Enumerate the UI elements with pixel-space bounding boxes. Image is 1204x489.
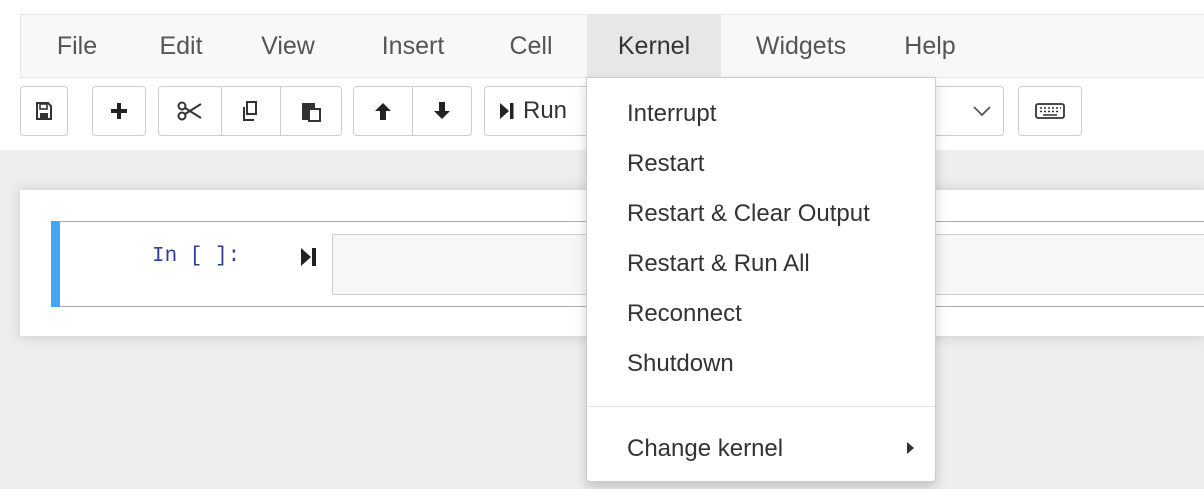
plus-icon [111,103,127,119]
command-palette-button[interactable] [1018,86,1082,136]
menu-help[interactable]: Help [893,15,967,77]
cut-button[interactable] [158,86,222,136]
arrow-up-icon [375,103,391,120]
copy-button[interactable] [221,86,281,136]
step-forward-icon [500,103,514,119]
menu-kernel[interactable]: Kernel [587,15,721,77]
menu-divider [587,406,935,407]
menu-item-restart[interactable]: Restart [627,150,704,178]
menubar: File Edit View Insert Cell Kernel Widget… [20,14,1204,78]
menu-item-interrupt[interactable]: Interrupt [627,100,716,128]
menu-cell[interactable]: Cell [493,15,569,77]
menu-insert[interactable]: Insert [369,15,457,77]
run-button[interactable]: Run [484,86,594,136]
copy-icon [243,101,257,121]
cell-selection-indicator [51,221,60,307]
menu-file[interactable]: File [41,15,113,77]
menu-widgets[interactable]: Widgets [743,15,859,77]
menu-item-restart-run-all[interactable]: Restart & Run All [627,250,810,278]
run-cell-icon[interactable] [300,247,318,267]
kernel-dropdown-menu: Interrupt Restart Restart & Clear Output… [586,77,936,482]
paste-button[interactable] [280,86,342,136]
menu-item-shutdown[interactable]: Shutdown [627,350,734,378]
scissors-icon [177,101,202,121]
menu-item-restart-clear-output[interactable]: Restart & Clear Output [627,200,870,228]
chevron-down-icon [973,106,991,117]
menu-item-change-kernel[interactable]: Change kernel [627,435,783,463]
insert-cell-button[interactable] [92,86,146,136]
floppy-disk-icon [36,102,52,120]
menu-view[interactable]: View [247,15,329,77]
run-label: Run [523,97,568,124]
move-down-button[interactable] [412,86,472,136]
menu-item-reconnect[interactable]: Reconnect [627,300,742,328]
menu-edit[interactable]: Edit [145,15,217,77]
input-prompt: In [ ]: [152,245,241,268]
keyboard-icon [1035,103,1065,119]
move-up-button[interactable] [353,86,413,136]
arrow-down-icon [434,102,450,119]
paste-icon [302,103,321,122]
save-button[interactable] [20,86,68,136]
submenu-caret-icon [907,442,914,454]
